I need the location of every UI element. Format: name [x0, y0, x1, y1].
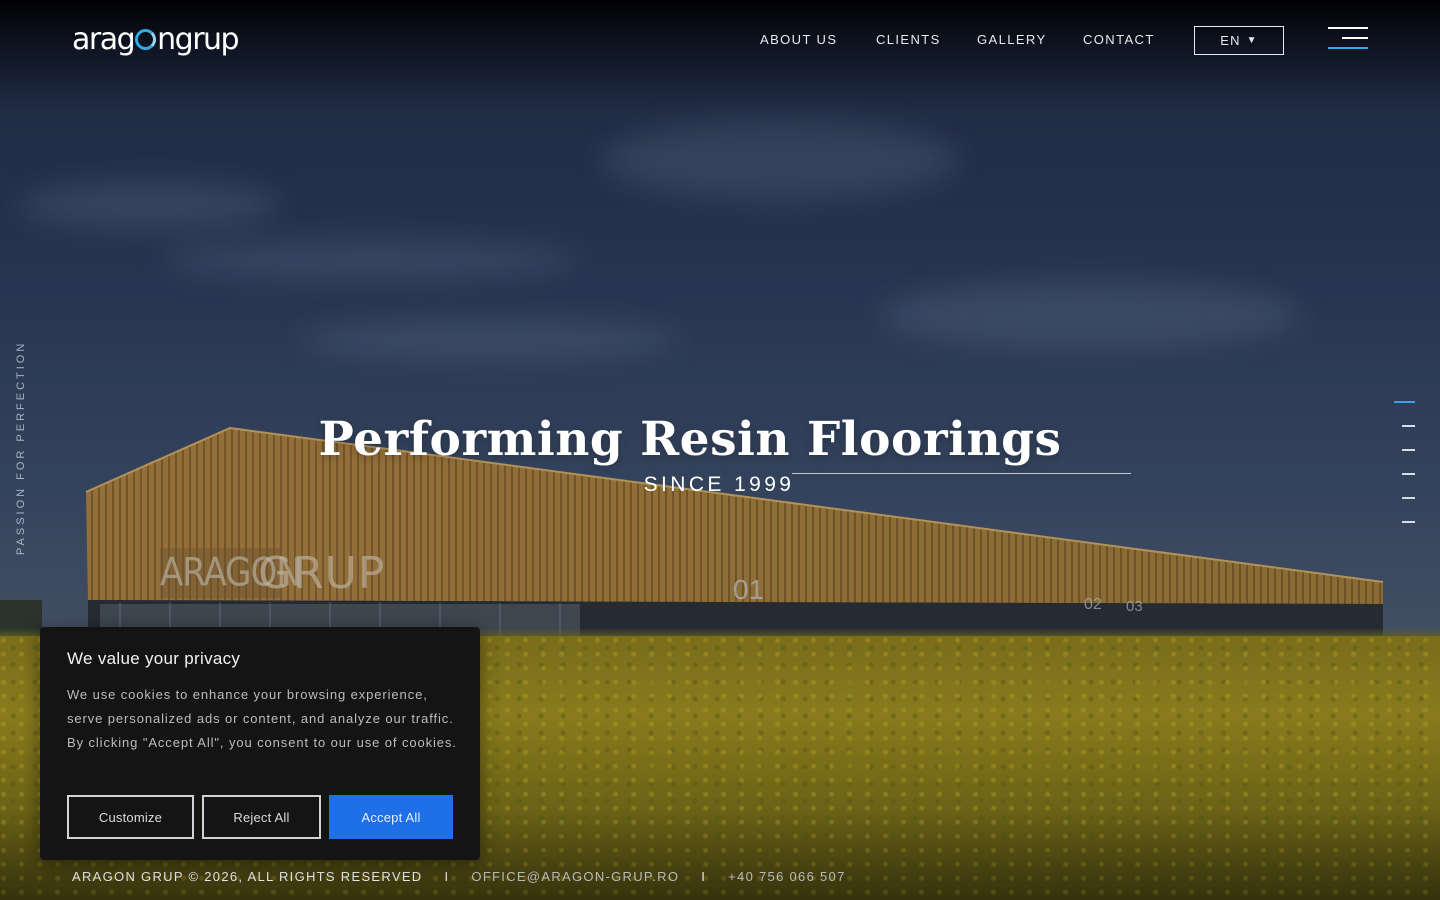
nav-contact[interactable]: CONTACT [1083, 30, 1155, 50]
logo-text-start: arag [72, 22, 136, 57]
logo-text-end: ngrup [157, 22, 239, 57]
accept-all-button[interactable]: Accept All [329, 795, 453, 839]
logo-ring-icon [135, 29, 157, 50]
footer-separator: I [444, 869, 450, 884]
slide-dot-5[interactable] [1402, 497, 1415, 499]
menu-line-accent [1328, 47, 1368, 49]
hero-title: Performing Resin Floorings [318, 412, 1062, 467]
language-selector[interactable]: EN ▼ [1194, 26, 1284, 55]
footer-email-link[interactable]: OFFICE@ARAGON-GRUP.RO [471, 869, 679, 884]
nav-gallery[interactable]: GALLERY [977, 30, 1047, 50]
nav-about-us[interactable]: ABOUT US [760, 30, 837, 50]
slide-dot-3[interactable] [1402, 449, 1415, 451]
language-label: EN [1220, 33, 1241, 48]
nav-clients[interactable]: CLIENTS [876, 30, 941, 50]
cookie-description: We use cookies to enhance your browsing … [67, 687, 457, 750]
cookie-title: We value your privacy [67, 649, 241, 668]
slide-dot-6[interactable] [1402, 521, 1415, 523]
slide-dot-1[interactable] [1394, 401, 1415, 403]
caret-down-icon: ▼ [1246, 34, 1258, 46]
menu-line [1342, 37, 1368, 39]
footer-bar: ARAGON GRUP © 2026, ALL RIGHTS RESERVED I… [72, 868, 846, 886]
side-tagline: PASSION FOR PERFECTION [15, 340, 27, 555]
footer-separator: I [701, 869, 707, 884]
slide-dot-2[interactable] [1402, 425, 1415, 427]
menu-line [1328, 27, 1368, 29]
slide-indicator [1390, 396, 1420, 528]
hero-subtitle: SINCE 1999 [643, 473, 795, 496]
hamburger-menu-icon[interactable] [1328, 27, 1368, 51]
reject-all-button[interactable]: Reject All [202, 795, 321, 839]
footer-phone-link[interactable]: +40 756 066 507 [728, 869, 845, 884]
customize-button[interactable]: Customize [67, 795, 194, 839]
cookie-consent-banner: We value your privacy We use cookies to … [40, 627, 480, 860]
page: ARAGON GRUP 01 02 03 arag ngrup ABOUT US … [0, 0, 1440, 900]
slide-dot-4[interactable] [1402, 473, 1415, 475]
footer-copyright: ARAGON GRUP © 2026, ALL RIGHTS RESERVED [72, 869, 423, 884]
aragon-grup-logo[interactable]: arag ngrup [72, 22, 240, 58]
